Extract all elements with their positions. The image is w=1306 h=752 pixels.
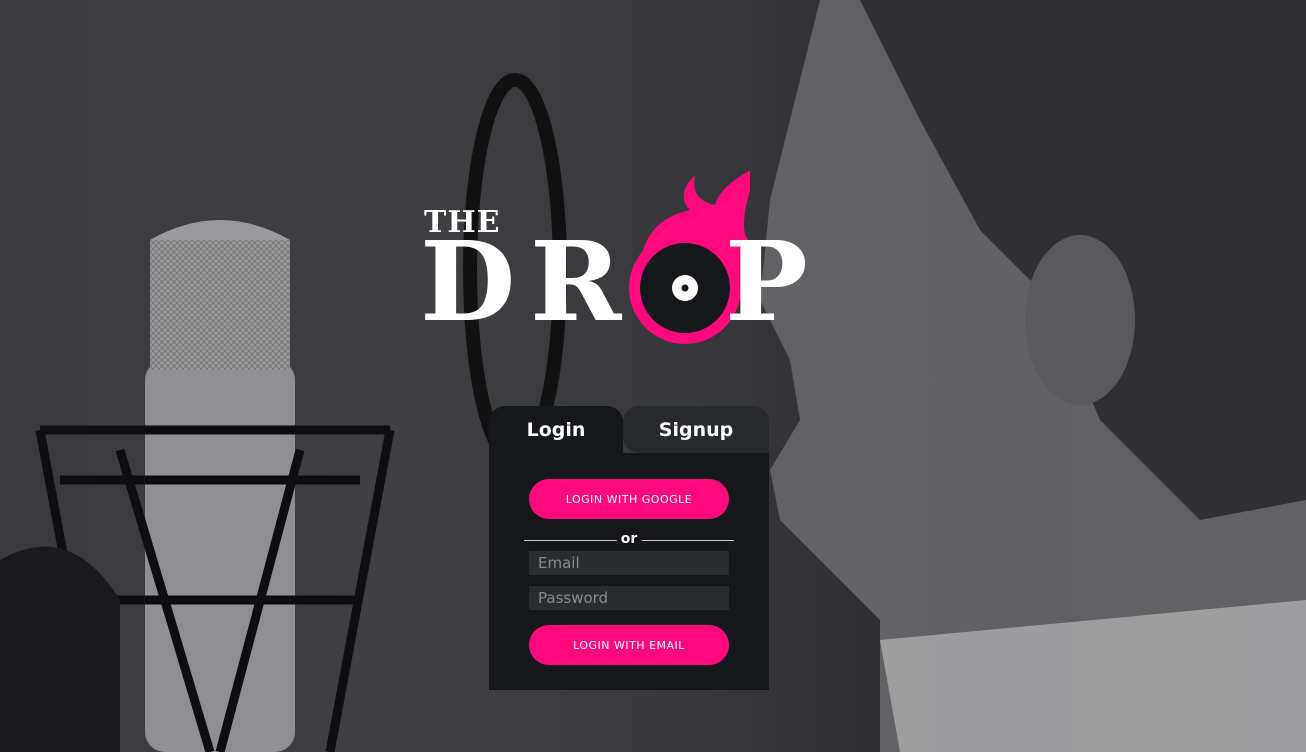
auth-panel: Signup Login LOGIN WITH GOOGLE or LOGIN … bbox=[489, 406, 769, 690]
password-field[interactable] bbox=[529, 586, 729, 610]
email-field[interactable] bbox=[529, 551, 729, 575]
the-drop-logo: THE D R P bbox=[420, 165, 840, 355]
tab-login[interactable]: Login bbox=[489, 406, 623, 453]
logo-letter-r: R bbox=[530, 217, 622, 346]
logo-letter-p: P bbox=[725, 217, 808, 346]
login-with-google-button[interactable]: LOGIN WITH GOOGLE bbox=[529, 479, 729, 519]
auth-tabs: Signup Login bbox=[489, 406, 769, 453]
tab-signup[interactable]: Signup bbox=[623, 406, 769, 453]
divider-text: or bbox=[616, 531, 642, 547]
login-with-email-button[interactable]: LOGIN WITH EMAIL bbox=[529, 625, 729, 665]
or-divider: or bbox=[524, 531, 734, 549]
login-form: LOGIN WITH GOOGLE or LOGIN WITH EMAIL bbox=[489, 453, 769, 690]
logo-letter-d: D bbox=[420, 217, 516, 346]
